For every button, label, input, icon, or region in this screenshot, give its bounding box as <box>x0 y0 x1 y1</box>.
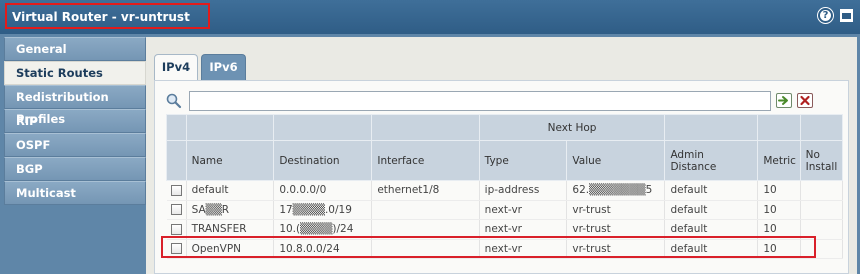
column-header-name[interactable]: Name <box>185 140 275 181</box>
sidebar-item-bgp[interactable]: BGP <box>4 157 146 181</box>
no-install-cell <box>800 219 844 240</box>
column-header-value[interactable]: Value <box>566 140 666 181</box>
sidebar-item-general[interactable]: General <box>4 37 146 61</box>
admin-distance-cell: default <box>664 180 759 201</box>
column-header-type[interactable]: Type <box>478 140 568 181</box>
nexthop-value-cell: vr-trust <box>566 200 666 220</box>
clear-filter-button[interactable] <box>797 93 813 108</box>
row-checkbox[interactable] <box>170 243 182 255</box>
search-bar <box>165 90 845 112</box>
admin-distance-cell: default <box>664 239 759 259</box>
route-name-cell[interactable]: OpenVPN <box>186 239 275 259</box>
nexthop-value-cell: vr-trust <box>566 239 666 259</box>
interface-cell <box>371 239 480 259</box>
no-install-cell <box>800 239 844 259</box>
window-icon[interactable] <box>840 9 853 22</box>
metric-cell: 10 <box>757 219 801 240</box>
next-hop-group-header: Next Hop <box>478 114 666 141</box>
table-row[interactable]: SA▒▒R 17▒▒▒▒.0/19 next-vr vr-trust defau… <box>166 200 844 220</box>
search-icon <box>166 93 182 109</box>
table-row[interactable]: TRANSFER 10.(▒▒▒▒)/24 next-vr vr-trust d… <box>166 219 844 240</box>
search-input[interactable] <box>189 91 771 111</box>
static-routes-table: Next Hop Name Destination Interface Type… <box>166 114 844 259</box>
metric-cell: 10 <box>757 180 801 201</box>
row-checkbox[interactable] <box>170 223 182 235</box>
column-header-destination[interactable]: Destination <box>273 140 373 181</box>
route-name-cell[interactable]: TRANSFER <box>186 219 275 240</box>
column-header-no-install[interactable]: No Install <box>799 140 844 181</box>
close-icon <box>800 95 810 106</box>
column-header-metric[interactable]: Metric <box>757 140 801 181</box>
nexthop-type-cell: next-vr <box>479 219 568 240</box>
sidebar-item-multicast[interactable]: Multicast <box>4 181 146 205</box>
column-header-interface[interactable]: Interface <box>371 140 480 181</box>
nexthop-value-cell: vr-trust <box>566 219 666 240</box>
tab-ipv6[interactable]: IPv6 <box>201 54 246 80</box>
nexthop-type-cell: next-vr <box>479 239 568 259</box>
routes-panel: Next Hop Name Destination Interface Type… <box>154 80 849 274</box>
interface-cell: ethernet1/8 <box>371 180 480 201</box>
metric-cell: 10 <box>757 239 801 259</box>
no-install-cell <box>800 180 844 201</box>
nexthop-type-cell: ip-address <box>479 180 568 201</box>
table-row[interactable]: OpenVPN 10.8.0.0/24 next-vr vr-trust def… <box>166 239 844 259</box>
row-checkbox[interactable] <box>170 204 182 216</box>
route-name-cell[interactable]: SA▒▒R <box>186 200 275 220</box>
header-spacer <box>166 114 187 141</box>
content-panel: IPv4 IPv6 Next Hop Name Destination Inte… <box>146 37 857 274</box>
table-row[interactable]: default 0.0.0.0/0 ethernet1/8 ip-address… <box>166 180 844 201</box>
interface-cell <box>371 200 480 220</box>
no-install-cell <box>800 200 844 220</box>
select-all-header <box>166 140 187 181</box>
destination-cell: 10.8.0.0/24 <box>273 239 373 259</box>
destination-cell: 10.(▒▒▒▒)/24 <box>273 219 373 240</box>
admin-distance-cell: default <box>664 219 759 240</box>
help-icon[interactable]: ? <box>818 8 833 23</box>
arrow-right-icon <box>778 96 788 105</box>
sidebar-item-rip[interactable]: RIP <box>4 109 146 133</box>
route-name-cell[interactable]: default <box>186 180 275 201</box>
destination-cell: 17▒▒▒▒.0/19 <box>273 200 373 220</box>
apply-filter-button[interactable] <box>776 93 792 108</box>
interface-cell <box>371 219 480 240</box>
titlebar: Virtual Router - vr-untrust ? <box>0 0 860 34</box>
destination-cell: 0.0.0.0/0 <box>273 180 373 201</box>
column-header-admin-distance[interactable]: Admin Distance <box>664 140 759 181</box>
sidebar-item-static-routes[interactable]: Static Routes <box>4 61 146 85</box>
sidebar-item-ospf[interactable]: OSPF <box>4 133 146 157</box>
row-checkbox[interactable] <box>170 184 182 196</box>
sidebar-item-redistribution-profiles[interactable]: Redistribution Profiles <box>4 85 146 126</box>
admin-distance-cell: default <box>664 200 759 220</box>
nexthop-type-cell: next-vr <box>479 200 568 220</box>
tab-ipv4[interactable]: IPv4 <box>154 54 198 80</box>
window-title: Virtual Router - vr-untrust <box>5 3 210 29</box>
nexthop-value-cell: 62.▒▒▒▒▒▒▒5 <box>566 180 666 201</box>
metric-cell: 10 <box>757 200 801 220</box>
sidebar-nav: General Static Routes Redistribution Pro… <box>4 37 146 205</box>
